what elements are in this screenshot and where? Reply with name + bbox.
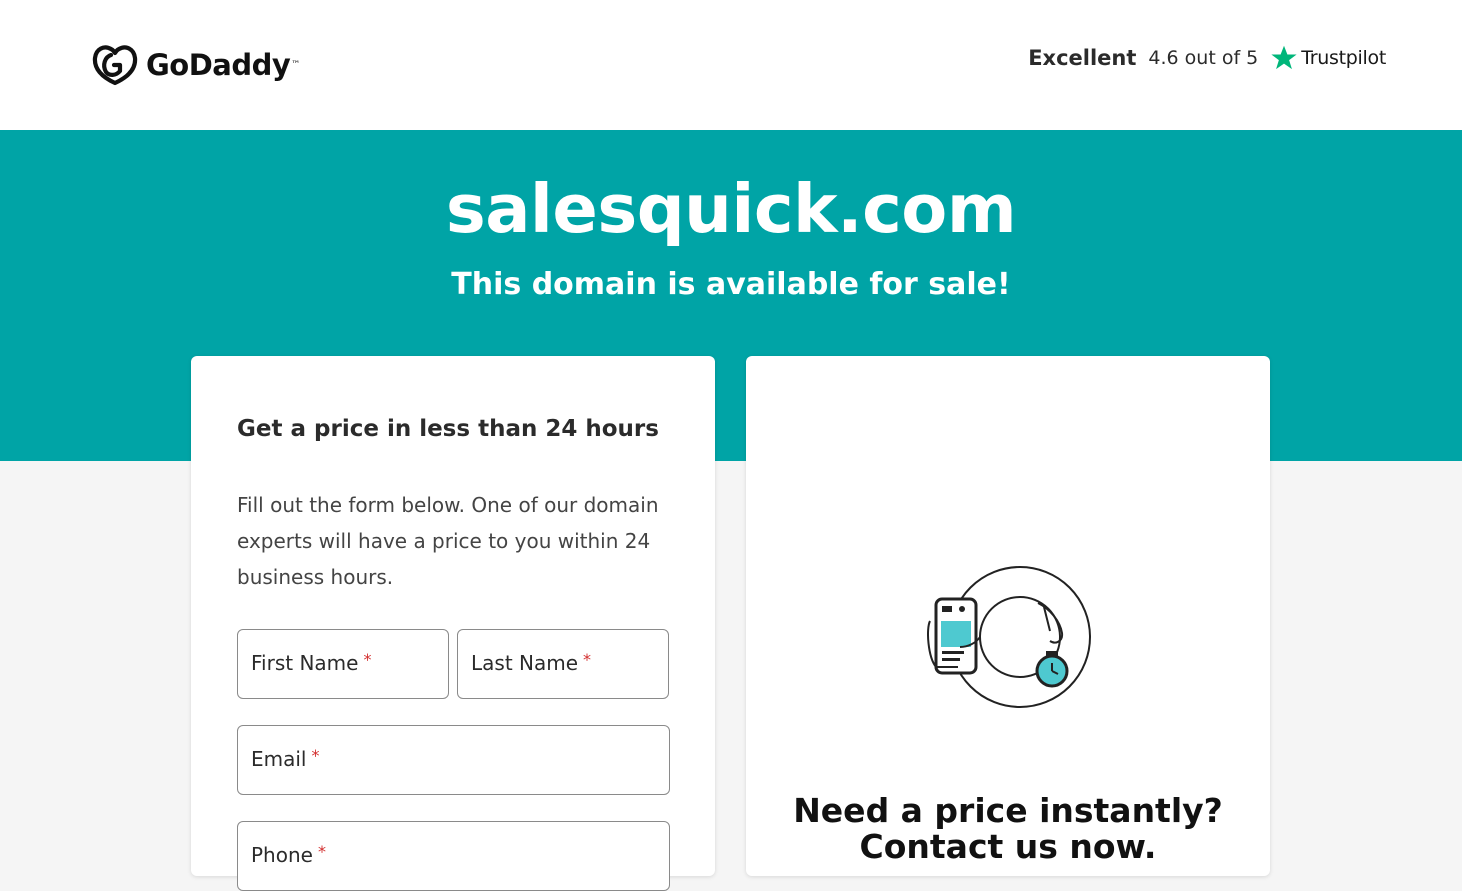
trustpilot-widget[interactable]: Excellent 4.6 out of 5 Trustpilot (1028, 44, 1386, 72)
domain-name-title: salesquick.com (445, 170, 1017, 248)
sale-subtitle: This domain is available for sale! (451, 267, 1011, 302)
first-name-field[interactable]: First Name * (237, 629, 449, 699)
email-field[interactable]: Email * (237, 725, 670, 795)
required-marker: * (311, 746, 320, 765)
godaddy-logo[interactable]: GoDaddy ™ (92, 43, 300, 87)
trust-score: 4.6 out of 5 (1148, 47, 1259, 69)
last-name-label: Last Name * (471, 650, 592, 675)
first-name-label: First Name * (251, 650, 372, 675)
phone-hand-timer-illustration (927, 566, 1091, 708)
instant-price-line1: Need a price instantly? (793, 791, 1223, 830)
form-title: Get a price in less than 24 hours (237, 416, 659, 442)
price-request-card: Get a price in less than 24 hours Fill o… (191, 356, 715, 891)
logo-wordmark: GoDaddy (146, 48, 291, 82)
phone-label: Phone * (251, 842, 326, 867)
email-label: Email * (251, 746, 320, 771)
trustpilot-brand: Trustpilot (1301, 47, 1386, 69)
required-marker: * (583, 650, 592, 669)
trustpilot-star-icon (1271, 45, 1297, 70)
form-description: Fill out the form below. One of our doma… (237, 493, 659, 589)
trust-rating-label: Excellent (1028, 46, 1137, 70)
required-marker: * (363, 650, 372, 669)
site-header: GoDaddy ™ Excellent 4.6 out of 5 Trustpi… (0, 0, 1462, 130)
instant-price-card: Need a price instantly? Contact us now. (746, 356, 1270, 876)
last-name-field[interactable]: Last Name * (457, 629, 669, 699)
instant-price-heading: Need a price instantly? Contact us now. (746, 793, 1270, 865)
godaddy-logo-icon (92, 45, 138, 86)
required-marker: * (317, 842, 326, 861)
phone-field[interactable]: Phone * (237, 821, 670, 891)
instant-price-line2: Contact us now. (859, 827, 1157, 866)
logo-trademark: ™ (291, 60, 301, 70)
